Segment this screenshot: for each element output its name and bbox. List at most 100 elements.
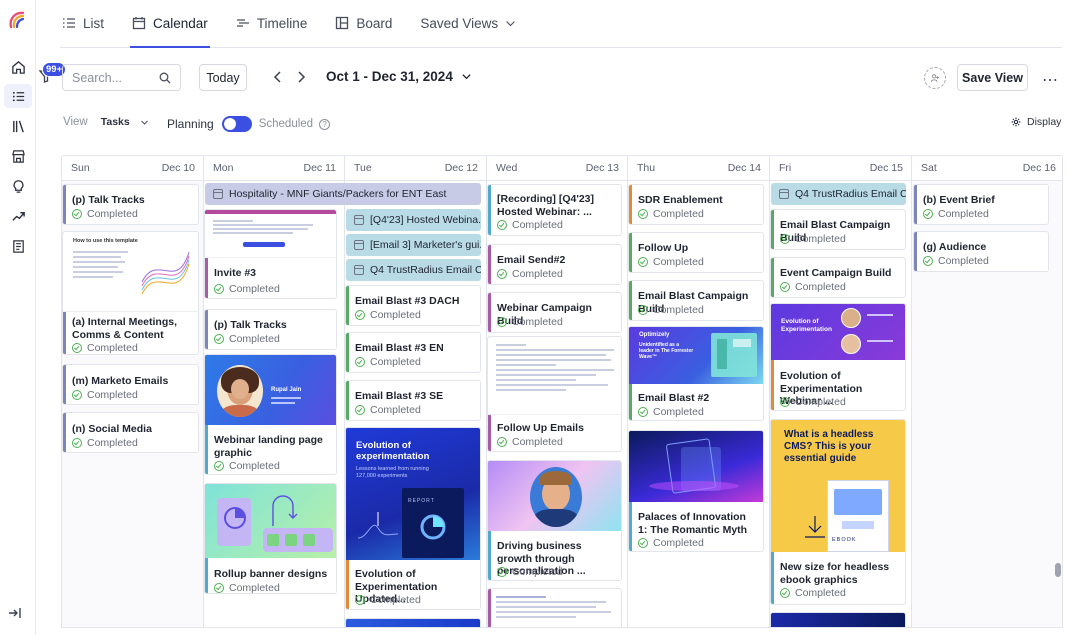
task-card[interactable]: (g) Audience Completed: [913, 231, 1049, 272]
task-card[interactable]: (b) Event Brief Completed: [913, 184, 1049, 225]
next-arrow-icon[interactable]: [294, 69, 308, 85]
help-icon[interactable]: ?: [319, 118, 331, 130]
task-card[interactable]: Palaces of Innovation 1: The Romantic My…: [628, 430, 764, 552]
task-card[interactable]: Email Blast Campaign Build Completed: [770, 209, 906, 250]
task-card[interactable]: Event Campaign Build Completed: [770, 257, 906, 298]
list-icon[interactable]: [4, 84, 32, 108]
task-card[interactable]: Email Blast Campaign Build Completed: [628, 280, 764, 321]
task-card[interactable]: (n) Social Media Completed: [62, 412, 199, 453]
task-card[interactable]: Follow Up Emails Completed: [487, 336, 622, 452]
thumbnail-title: What is a headless CMS? This is your ess…: [784, 429, 874, 464]
task-card[interactable]: [487, 588, 622, 627]
check-circle-icon: [923, 256, 933, 266]
task-card[interactable]: SDR Enablement Completed: [628, 184, 764, 225]
card-title: (m) Marketo Emails: [72, 375, 169, 387]
save-view-button[interactable]: Save View: [957, 64, 1028, 91]
calendar-icon: [132, 17, 146, 30]
event-pill[interactable]: [Q4'23] Hosted Webina...: [346, 209, 481, 231]
day-column-wed: Wed Dec 13 [Recording] [Q4'23] Hosted Web…: [487, 156, 628, 627]
status-text: Completed: [795, 233, 846, 245]
task-card[interactable]: Invite #3 Completed: [204, 209, 337, 299]
task-card[interactable]: (m) Marketo Emails Completed: [62, 364, 199, 405]
status-text: Completed: [87, 437, 138, 449]
vertical-scrollbar[interactable]: [1055, 563, 1061, 577]
task-card[interactable]: [770, 612, 906, 627]
card-title: Follow Up Emails: [497, 422, 584, 434]
check-circle-icon: [780, 282, 790, 292]
lightbulb-icon[interactable]: [4, 174, 32, 198]
view-selector[interactable]: View Tasks: [63, 116, 149, 128]
card-status: Completed: [214, 283, 280, 295]
task-card[interactable]: What is a headless CMS? This is your ess…: [770, 419, 906, 605]
display-button[interactable]: Display: [1011, 116, 1061, 128]
search-input[interactable]: Search...: [62, 64, 181, 91]
card-title: Rollup banner designs: [214, 568, 328, 580]
tab-list[interactable]: List: [60, 0, 106, 47]
planning-toggle[interactable]: [221, 116, 252, 132]
task-card[interactable]: How to use this template (a) Internal Me…: [62, 231, 199, 355]
day-name: Tue: [354, 162, 372, 174]
card-thumbnail: [488, 461, 621, 531]
task-card[interactable]: (p) Talk Tracks Completed: [62, 184, 199, 225]
card-color-bar: [771, 210, 774, 249]
card-thumbnail: [488, 337, 621, 415]
store-icon[interactable]: [4, 144, 32, 168]
event-pill[interactable]: Q4 TrustRadius Email C...: [771, 183, 906, 205]
status-text: Completed: [512, 566, 563, 578]
task-card[interactable]: (p) Talk Tracks Completed: [204, 309, 337, 350]
task-card[interactable]: Evolution of Experimentation Evolution o…: [770, 303, 906, 411]
tab-saved-views[interactable]: Saved Views: [418, 0, 518, 47]
task-card[interactable]: Email Send#2 Completed: [487, 244, 622, 285]
task-card[interactable]: Email Blast #3 SE Completed: [345, 380, 481, 421]
event-pill[interactable]: Q4 TrustRadius Email C...: [346, 259, 481, 281]
status-text: Completed: [653, 208, 704, 220]
card-color-bar: [488, 589, 491, 627]
task-card[interactable]: Evolution of experimentation Lessons lea…: [345, 427, 481, 610]
task-card[interactable]: [345, 618, 481, 627]
app-logo-icon[interactable]: [7, 9, 29, 31]
task-card[interactable]: Email Blast #3 DACH Completed: [345, 285, 481, 326]
card-status: Completed: [780, 233, 846, 245]
task-card[interactable]: Driving business growth through personal…: [487, 460, 622, 581]
report-tag: REPORT: [408, 498, 435, 504]
day-header: Tue Dec 12: [345, 156, 486, 181]
card-color-bar: [205, 310, 208, 349]
card-title: (a) Internal Meetings, Comms & Content: [72, 316, 178, 341]
task-card[interactable]: [Recording] [Q4'23] Hosted Webinar: ... …: [487, 184, 622, 236]
more-options-icon[interactable]: ⋯: [1042, 70, 1059, 90]
document-icon[interactable]: [4, 234, 32, 258]
status-text: Completed: [229, 333, 280, 345]
check-circle-icon: [214, 461, 224, 471]
task-card[interactable]: Email Blast #3 EN Completed: [345, 332, 481, 373]
share-user-icon[interactable]: [924, 67, 946, 89]
status-text: Completed: [795, 281, 846, 293]
card-title: Email Send#2: [497, 254, 566, 266]
task-card[interactable]: Optimizely Unidentified as a leader in T…: [628, 326, 764, 421]
task-card[interactable]: Webinar Campaign Build Completed: [487, 292, 622, 333]
check-circle-icon: [72, 438, 82, 448]
collapse-sidebar-icon[interactable]: [8, 606, 22, 620]
home-icon[interactable]: [4, 55, 32, 79]
card-status: Completed: [355, 594, 421, 606]
event-pill[interactable]: [Email 3] Marketer's gui...: [346, 234, 481, 256]
tab-board[interactable]: Board: [333, 0, 394, 47]
trend-icon[interactable]: [4, 204, 32, 228]
card-thumbnail: [205, 484, 336, 558]
card-title: Palaces of Innovation 1: The Romantic My…: [638, 511, 748, 536]
prev-arrow-icon[interactable]: [271, 69, 285, 85]
task-card[interactable]: Rupal Jain Webinar landing page graphic …: [204, 354, 337, 475]
card-title: SDR Enablement: [638, 194, 723, 206]
day-name: Thu: [637, 162, 656, 174]
check-circle-icon: [497, 220, 507, 230]
card-color-bar: [629, 233, 632, 272]
task-card[interactable]: Rollup banner designs Completed: [204, 483, 337, 594]
task-card[interactable]: Follow Up Completed: [628, 232, 764, 273]
day-header: Wed Dec 13: [487, 156, 627, 181]
today-button[interactable]: Today: [199, 64, 247, 91]
date-range-picker[interactable]: Oct 1 - Dec 31, 2024: [326, 69, 472, 84]
tab-timeline[interactable]: Timeline: [234, 0, 310, 47]
card-thumbnail: Optimizely Unidentified as a leader in T…: [629, 327, 763, 384]
tab-calendar[interactable]: Calendar: [130, 0, 210, 48]
library-icon[interactable]: [4, 114, 32, 138]
check-circle-icon: [497, 437, 507, 447]
